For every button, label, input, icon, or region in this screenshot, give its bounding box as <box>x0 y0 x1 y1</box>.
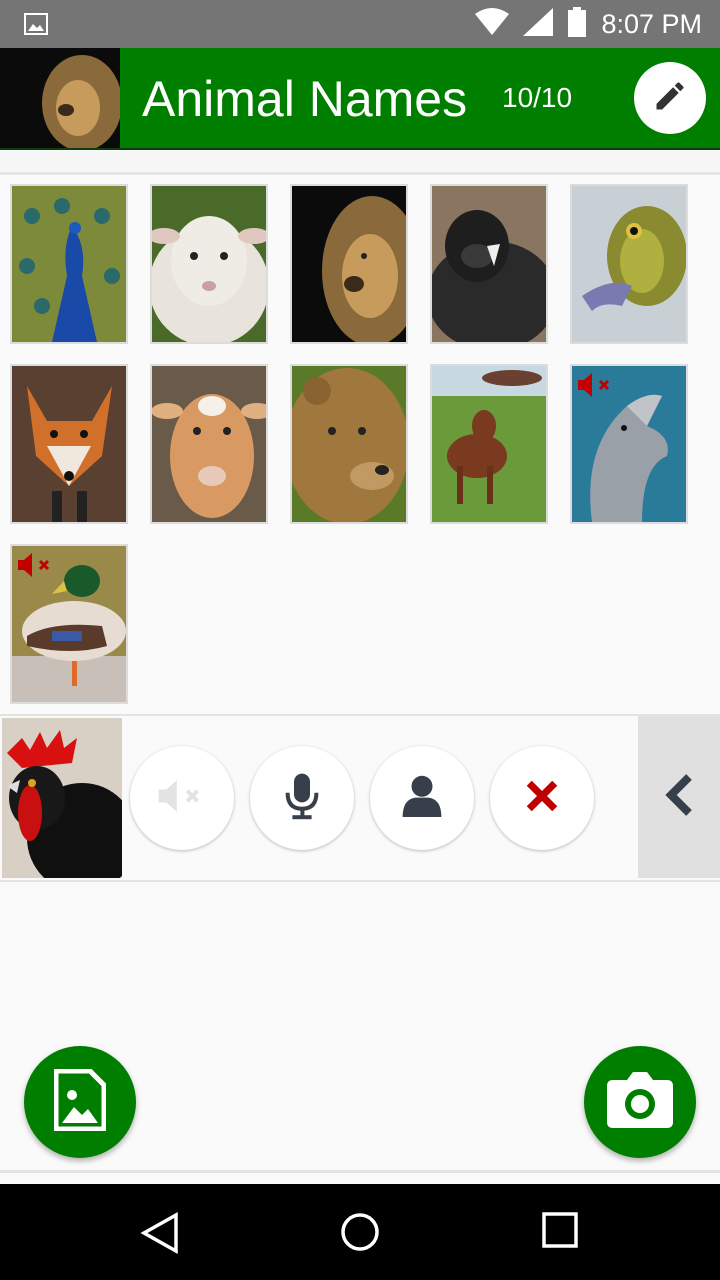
app-header: Animal Names 10/10 <box>0 48 720 150</box>
image-icon <box>53 1068 107 1136</box>
mute-icon <box>156 776 208 821</box>
camera-icon <box>607 1071 673 1133</box>
tile-fox[interactable] <box>10 364 128 524</box>
bottom-divider <box>0 1170 720 1173</box>
edit-button[interactable] <box>634 62 706 134</box>
tile-bear[interactable] <box>290 364 408 524</box>
tile-goat[interactable] <box>150 364 268 524</box>
status-bar: 8:07 PM <box>0 0 720 48</box>
tile-lamb[interactable] <box>150 184 268 344</box>
muted-badge-icon <box>16 552 56 578</box>
delete-button[interactable] <box>490 746 594 850</box>
recents-icon[interactable] <box>542 1212 578 1253</box>
gallery-button[interactable] <box>24 1046 136 1158</box>
home-icon[interactable] <box>340 1212 380 1257</box>
person-button[interactable] <box>370 746 474 850</box>
selected-thumbnail-rooster[interactable] <box>2 718 122 878</box>
chevron-left-icon <box>664 773 694 822</box>
header-divider <box>0 150 720 175</box>
pencil-icon <box>652 78 688 119</box>
microphone-icon <box>282 772 322 825</box>
muted-badge-icon <box>576 372 616 398</box>
selected-item-bar <box>0 714 720 882</box>
collapse-button[interactable] <box>638 716 720 878</box>
back-icon[interactable] <box>140 1212 180 1259</box>
tile-lion[interactable] <box>290 184 408 344</box>
tile-frog[interactable] <box>570 184 688 344</box>
header-thumbnail-lion[interactable] <box>0 48 120 148</box>
tile-duck[interactable] <box>10 544 128 704</box>
tile-cow[interactable] <box>430 364 548 524</box>
page-title: Animal Names <box>142 71 468 127</box>
status-time: 8:07 PM <box>601 8 702 39</box>
delete-icon <box>525 779 559 818</box>
tile-dolphin[interactable] <box>570 364 688 524</box>
system-nav-bar <box>0 1184 720 1280</box>
item-count: 10/10 <box>502 82 573 113</box>
person-icon <box>402 775 442 822</box>
tile-peacock[interactable] <box>10 184 128 344</box>
signal-icon <box>523 7 554 41</box>
mute-button[interactable] <box>130 746 234 850</box>
tile-gorilla[interactable] <box>430 184 548 344</box>
record-button[interactable] <box>250 746 354 850</box>
battery-icon <box>567 6 587 42</box>
image-notification-icon <box>24 12 48 36</box>
wifi-icon <box>475 7 510 41</box>
camera-button[interactable] <box>584 1046 696 1158</box>
